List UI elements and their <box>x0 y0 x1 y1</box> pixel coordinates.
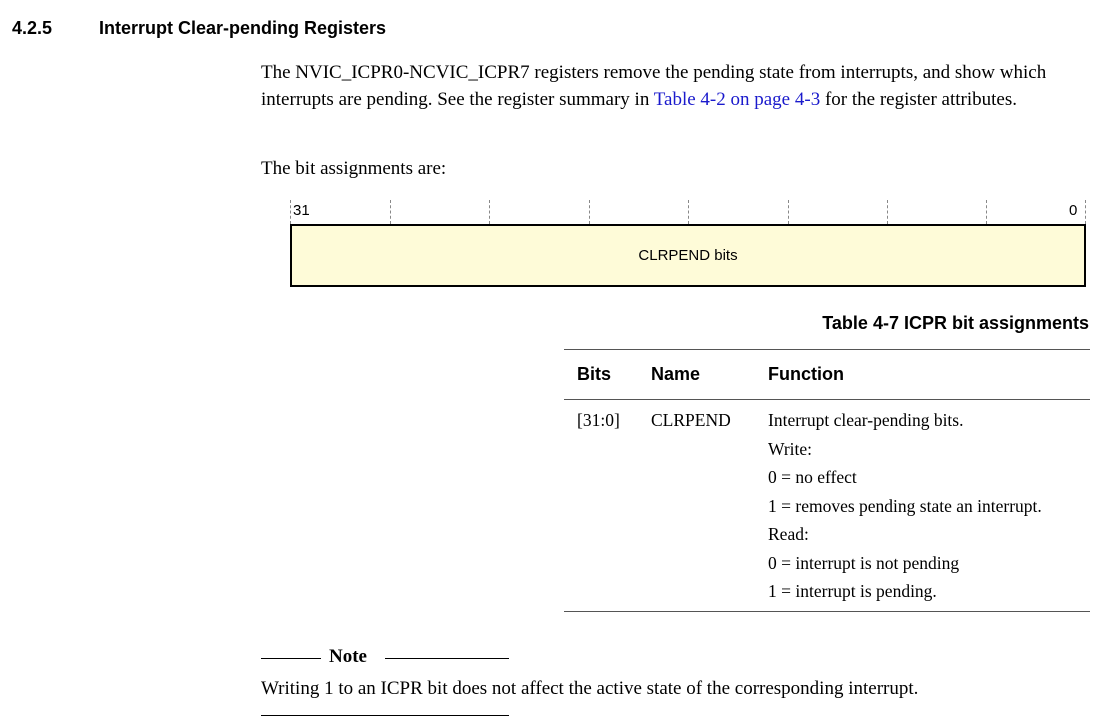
bit-tick <box>788 200 789 224</box>
cell-name: CLRPEND <box>651 410 731 430</box>
bit-tick <box>986 200 987 224</box>
bit-tick <box>290 200 291 224</box>
header-bits: Bits <box>577 364 612 384</box>
bit-tick <box>1085 200 1086 224</box>
bit-tick <box>589 200 590 224</box>
table-caption: Table 4-7 ICPR bit assignments <box>822 313 1089 333</box>
function-line: 1 = interrupt is pending. <box>768 581 937 601</box>
bit-tick <box>390 200 391 224</box>
function-line: 0 = interrupt is not pending <box>768 552 960 573</box>
bit-tick <box>489 200 490 224</box>
msb-label: 31 <box>293 202 310 219</box>
note-rule-bottom <box>261 715 509 716</box>
field-label: CLRPEND bits <box>638 247 738 264</box>
table-header-rule <box>564 399 1090 400</box>
header-function: Function <box>768 364 844 384</box>
function-line: Read: <box>768 524 809 544</box>
section-number: 4.2.5 <box>12 18 53 38</box>
function-line: 0 = no effect <box>768 467 857 487</box>
function-line: Write: <box>768 438 812 459</box>
table-top-rule <box>564 349 1090 350</box>
bit-tick <box>887 200 888 224</box>
header-name: Name <box>651 364 701 384</box>
note-rule-left <box>261 658 321 659</box>
note-label: Note <box>329 646 367 667</box>
table-bottom-rule <box>564 611 1090 612</box>
lsb-label: 0 <box>1069 202 1078 219</box>
note-text: Writing 1 to an ICPR bit does not affect… <box>261 678 919 699</box>
bit-tick <box>688 200 689 224</box>
clrpend-field: CLRPEND bits <box>290 224 1086 287</box>
function-line: 1 = removes pending state an interrupt. <box>768 495 1042 516</box>
table-reference-link[interactable]: Table 4-2 on page 4-3 <box>654 89 820 110</box>
intro-paragraph: The NVIC_ICPR0-NCVIC_ICPR7 registers rem… <box>261 60 1091 113</box>
bit-assignments-intro: The bit assignments are: <box>261 158 447 179</box>
intro-text-end: for the register attributes. <box>820 88 1017 110</box>
section-title: Interrupt Clear-pending Registers <box>99 18 387 38</box>
note-rule-right <box>385 658 509 659</box>
cell-bits: [31:0] <box>577 410 620 430</box>
function-line: Interrupt clear-pending bits. <box>768 410 964 430</box>
